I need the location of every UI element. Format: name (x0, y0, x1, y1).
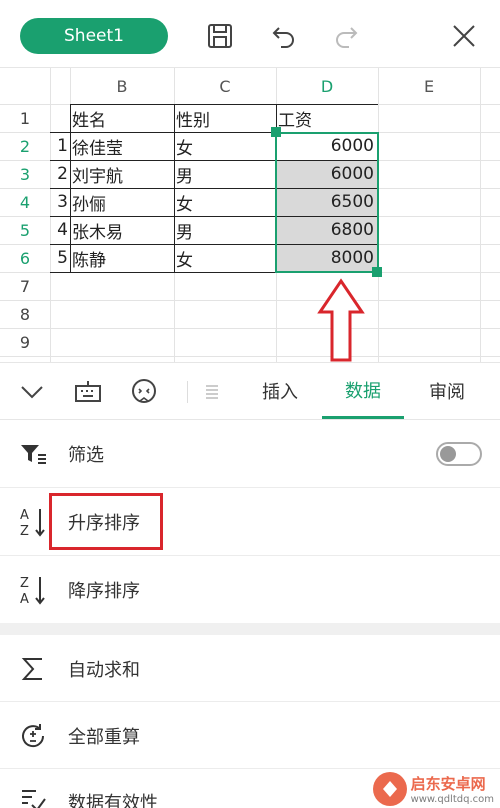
close-icon[interactable] (448, 20, 480, 52)
cell-a3[interactable]: 2 (50, 160, 70, 188)
cell-a6[interactable]: 5 (50, 244, 70, 272)
cell-b4[interactable]: 孙俪 (72, 188, 172, 216)
cell-d4[interactable]: 6500 (278, 188, 376, 216)
tab-data[interactable]: 数据 (322, 363, 404, 419)
cell-b5[interactable]: 张木易 (72, 216, 172, 244)
filter-toggle[interactable] (436, 442, 482, 466)
sheet-tab[interactable]: Sheet1 (20, 18, 168, 54)
tab-insert[interactable]: 插入 (242, 363, 318, 419)
spreadsheet-grid: B C D E 1 2 3 4 5 6 7 8 9 姓名 性别 工资 1 徐佳莹… (0, 68, 500, 362)
menu-sort-descending-label: 降序排序 (68, 581, 140, 602)
filter-icon (16, 437, 50, 471)
cell-b3[interactable]: 刘宇航 (72, 160, 172, 188)
row-header-6[interactable]: 6 (0, 244, 50, 272)
svg-text:Z: Z (20, 524, 29, 539)
row-header-3[interactable]: 3 (0, 160, 50, 188)
cell-c2[interactable]: 女 (176, 132, 274, 160)
cell-a4[interactable]: 3 (50, 188, 70, 216)
column-header-e[interactable]: E (378, 68, 480, 104)
cell-a2[interactable]: 1 (50, 132, 70, 160)
watermark: 启东安卓网 www.qdltdq.com (372, 772, 494, 806)
undo-icon[interactable] (268, 20, 300, 52)
cell-d6[interactable]: 8000 (278, 244, 376, 272)
cell-c3[interactable]: 男 (176, 160, 274, 188)
svg-text:A: A (20, 508, 29, 523)
row-header-5[interactable]: 5 (0, 216, 50, 244)
column-header-b[interactable]: B (70, 68, 174, 104)
cell-b1[interactable]: 姓名 (72, 104, 172, 132)
tab-review[interactable]: 审阅 (408, 363, 486, 419)
cell-d3[interactable]: 6000 (278, 160, 376, 188)
row-header-4[interactable]: 4 (0, 188, 50, 216)
cell-c5[interactable]: 男 (176, 216, 274, 244)
cell-a5[interactable]: 4 (50, 216, 70, 244)
watermark-url: www.qdltdq.com (410, 794, 494, 805)
cell-d5[interactable]: 6800 (278, 216, 376, 244)
menu-filter[interactable]: 筛选 (0, 420, 500, 488)
row-header-8[interactable]: 8 (0, 300, 50, 328)
column-header-d[interactable]: D (276, 68, 378, 104)
menu-data-validation-label: 数据有效性 (68, 793, 158, 808)
recalculate-icon (16, 719, 50, 753)
redo-icon[interactable] (330, 20, 362, 52)
svg-text:Z: Z (20, 576, 29, 591)
sigma-icon (16, 652, 50, 686)
menu-sort-descending[interactable]: ZA 降序排序 (0, 556, 500, 624)
validation-icon (16, 783, 50, 808)
menu-filter-label: 筛选 (68, 445, 104, 466)
highlight-box (49, 493, 163, 550)
red-arrow-icon (317, 278, 365, 362)
sort-ascending-icon: AZ (16, 505, 50, 539)
cell-d2[interactable]: 6000 (278, 132, 376, 160)
menu-autosum[interactable]: 自动求和 (0, 635, 500, 703)
cell-d1[interactable]: 工资 (278, 104, 376, 132)
row-header-1[interactable]: 1 (0, 104, 50, 132)
column-header-c[interactable]: C (174, 68, 276, 104)
watermark-logo-icon (372, 772, 407, 806)
row-header-7[interactable]: 7 (0, 272, 50, 300)
collapse-chevron-icon[interactable] (16, 376, 48, 408)
save-icon[interactable] (204, 20, 236, 52)
face-icon[interactable] (128, 376, 160, 408)
cell-c4[interactable]: 女 (176, 188, 274, 216)
top-bar: Sheet1 (0, 0, 500, 68)
format-icon[interactable] (196, 376, 228, 408)
cell-c6[interactable]: 女 (176, 244, 274, 272)
menu-recalculate[interactable]: 全部重算 (0, 702, 500, 770)
svg-text:A: A (20, 592, 29, 607)
row-header-9[interactable]: 9 (0, 328, 50, 356)
sort-descending-icon: ZA (16, 573, 50, 607)
cell-b6[interactable]: 陈静 (72, 244, 172, 272)
watermark-title: 启东安卓网 (410, 775, 486, 793)
menu-recalculate-label: 全部重算 (68, 727, 140, 748)
menu-autosum-label: 自动求和 (68, 660, 140, 681)
row-header-2[interactable]: 2 (0, 132, 50, 160)
cell-c1[interactable]: 性别 (176, 104, 274, 132)
cell-b2[interactable]: 徐佳莹 (72, 132, 172, 160)
bottom-toolbar: 插入 数据 审阅 (0, 362, 500, 420)
keyboard-icon[interactable] (72, 376, 104, 408)
